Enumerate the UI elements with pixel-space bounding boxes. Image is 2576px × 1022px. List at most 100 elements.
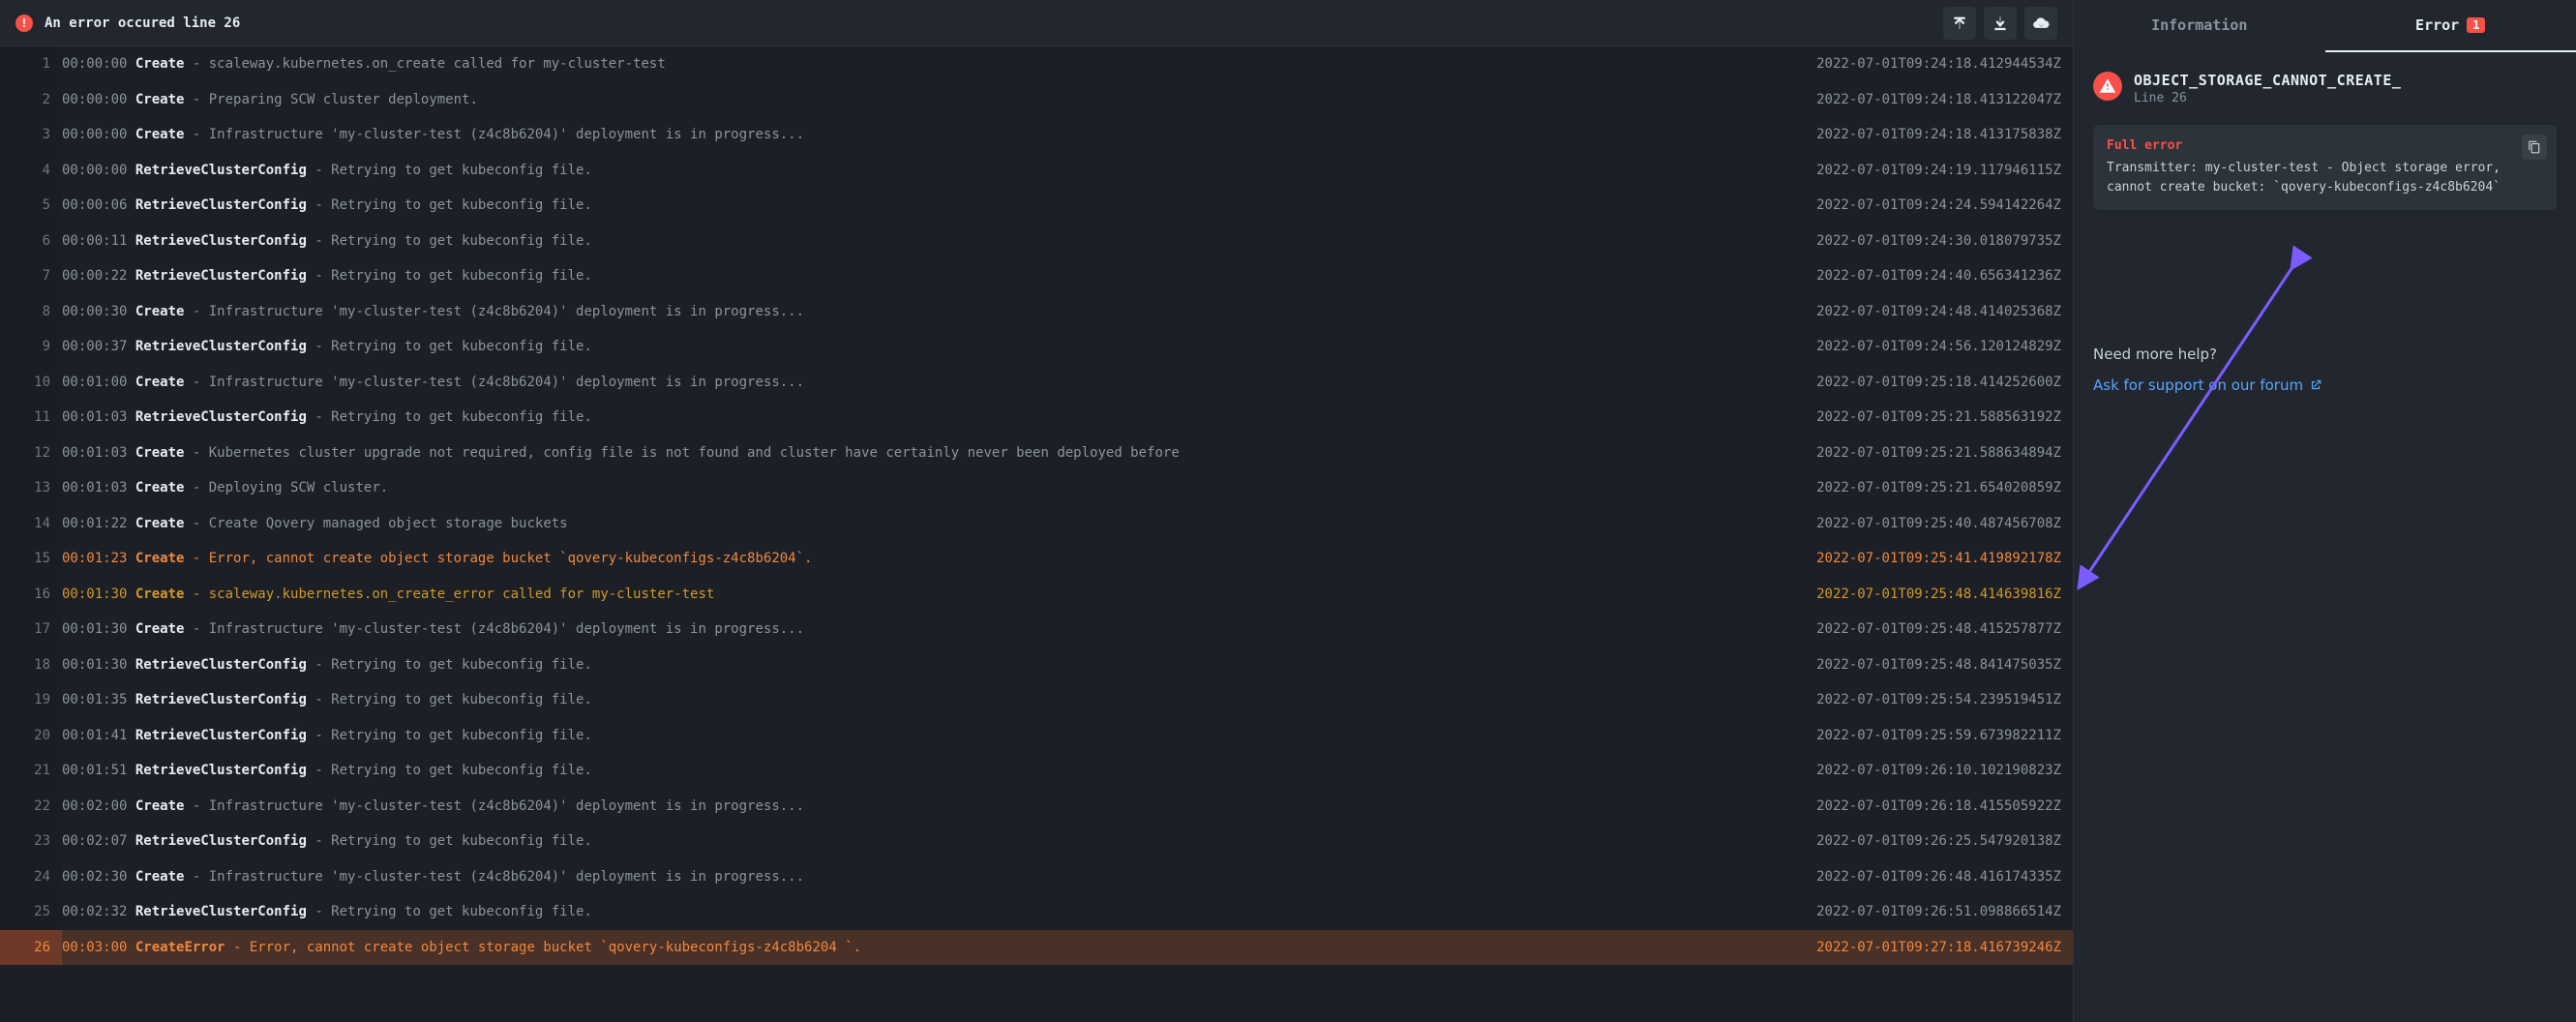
log-line[interactable]: 1400:01:22 Create - Create Qovery manage… [0,506,2073,542]
log-keyword: Create [135,621,185,637]
log-line[interactable]: 2100:01:51 RetrieveClusterConfig - Retry… [0,753,2073,789]
help-link[interactable]: Ask for support on our forum [2093,376,2322,394]
relative-time: 00:01:22 [62,516,127,531]
log-line[interactable]: 2500:02:32 RetrieveClusterConfig - Retry… [0,894,2073,930]
log-line[interactable]: 400:00:00 RetrieveClusterConfig - Retryi… [0,153,2073,189]
absolute-time: 2022-07-01T09:25:48.415257877Z [1816,612,2061,647]
cloud-download-button[interactable] [2024,7,2057,40]
log-line[interactable]: 500:00:06 RetrieveClusterConfig - Retryi… [0,188,2073,224]
line-number: 15 [0,541,62,577]
log-message: - Retrying to get kubeconfig file. [307,163,592,178]
log-area[interactable]: 100:00:00 Create - scaleway.kubernetes.o… [0,46,2073,1022]
log-message: - Retrying to get kubeconfig file. [307,728,592,743]
log-line[interactable]: 1900:01:35 RetrieveClusterConfig - Retry… [0,682,2073,718]
log-line[interactable]: 1800:01:30 RetrieveClusterConfig - Retry… [0,647,2073,683]
log-line[interactable]: 1700:01:30 Create - Infrastructure 'my-c… [0,612,2073,647]
relative-time: 00:00:06 [62,197,127,213]
line-number: 24 [0,859,62,895]
warning-icon [2093,72,2122,101]
log-message: - Retrying to get kubeconfig file. [307,763,592,778]
relative-time: 00:01:41 [62,728,127,743]
relative-time: 00:01:30 [62,621,127,637]
relative-time: 00:00:37 [62,339,127,354]
absolute-time: 2022-07-01T09:25:54.239519451Z [1816,682,2061,718]
log-message: - Infrastructure 'my-cluster-test (z4c8b… [184,375,804,390]
log-keyword: Create [135,480,185,496]
arrow-up-bar-icon [1951,15,1968,32]
log-keyword: RetrieveClusterConfig [135,339,307,354]
tab-information[interactable]: Information [2074,0,2325,52]
log-keyword: RetrieveClusterConfig [135,657,307,673]
log-line[interactable]: 1600:01:30 Create - scaleway.kubernetes.… [0,577,2073,613]
line-number: 11 [0,400,62,436]
log-line[interactable]: 1100:01:03 RetrieveClusterConfig - Retry… [0,400,2073,436]
log-line[interactable]: 200:00:00 Create - Preparing SCW cluster… [0,82,2073,118]
log-line[interactable]: 1300:01:03 Create - Deploying SCW cluste… [0,470,2073,506]
line-number: 20 [0,718,62,754]
external-link-icon [2309,378,2322,392]
log-line[interactable]: 700:00:22 RetrieveClusterConfig - Retryi… [0,258,2073,294]
line-body: 00:00:00 Create - scaleway.kubernetes.on… [62,46,2073,82]
line-number: 4 [0,153,62,189]
line-body: 00:00:30 Create - Infrastructure 'my-clu… [62,294,2073,330]
absolute-time: 2022-07-01T09:24:40.656341236Z [1816,258,2061,294]
absolute-time: 2022-07-01T09:25:21.588634894Z [1816,436,2061,471]
line-number: 17 [0,612,62,647]
log-line[interactable]: 2600:03:00 CreateError - Error, cannot c… [0,930,2073,966]
line-number: 16 [0,577,62,613]
log-line[interactable]: 600:00:11 RetrieveClusterConfig - Retryi… [0,224,2073,259]
line-body: 00:00:00 RetrieveClusterConfig - Retryin… [62,153,2073,189]
help-question: Need more help? [2093,346,2557,363]
log-line[interactable]: 2000:01:41 RetrieveClusterConfig - Retry… [0,718,2073,754]
log-line[interactable]: 2400:02:30 Create - Infrastructure 'my-c… [0,859,2073,895]
log-keyword: RetrieveClusterConfig [135,692,307,707]
line-body: 00:01:22 Create - Create Qovery managed … [62,506,2073,542]
log-message: - Retrying to get kubeconfig file. [307,339,592,354]
topbar-title: An error occured line 26 [45,15,240,31]
scroll-top-button[interactable] [1943,7,1976,40]
line-number: 25 [0,894,62,930]
relative-time: 00:02:32 [62,904,127,919]
copy-button[interactable] [2522,135,2547,160]
line-number: 26 [0,930,62,966]
log-line[interactable]: 300:00:00 Create - Infrastructure 'my-cl… [0,117,2073,153]
log-line[interactable]: 900:00:37 RetrieveClusterConfig - Retryi… [0,329,2073,365]
relative-time: 00:01:03 [62,480,127,496]
tab-error[interactable]: Error 1 [2325,0,2576,52]
log-keyword: Create [135,551,185,566]
log-line[interactable]: 2200:02:00 Create - Infrastructure 'my-c… [0,789,2073,825]
relative-time: 00:02:07 [62,833,127,849]
log-line[interactable]: 1200:01:03 Create - Kubernetes cluster u… [0,436,2073,471]
log-line[interactable]: 2300:02:07 RetrieveClusterConfig - Retry… [0,824,2073,859]
log-line[interactable]: 1500:01:23 Create - Error, cannot create… [0,541,2073,577]
line-body: 00:00:11 RetrieveClusterConfig - Retryin… [62,224,2073,259]
tab-error-label: Error [2415,16,2459,34]
line-body: 00:01:03 Create - Kubernetes cluster upg… [62,436,2073,471]
log-line[interactable]: 800:00:30 Create - Infrastructure 'my-cl… [0,294,2073,330]
log-message: - Retrying to get kubeconfig file. [307,268,592,284]
log-keyword: RetrieveClusterConfig [135,763,307,778]
help-link-label: Ask for support on our forum [2093,376,2303,394]
absolute-time: 2022-07-01T09:25:18.414252600Z [1816,365,2061,401]
log-keyword: Create [135,56,185,72]
log-keyword: Create [135,92,185,107]
log-message: - Infrastructure 'my-cluster-test (z4c8b… [184,798,804,814]
log-message: - Deploying SCW cluster. [184,480,388,496]
line-number: 6 [0,224,62,259]
download-button[interactable] [1984,7,2017,40]
relative-time: 00:01:30 [62,657,127,673]
topbar: ! An error occured line 26 [0,0,2073,46]
relative-time: 00:01:51 [62,763,127,778]
log-line[interactable]: 1000:01:00 Create - Infrastructure 'my-c… [0,365,2073,401]
absolute-time: 2022-07-01T09:24:18.413175838Z [1816,117,2061,153]
log-message: - Retrying to get kubeconfig file. [307,233,592,249]
log-line[interactable]: 100:00:00 Create - scaleway.kubernetes.o… [0,46,2073,82]
line-number: 22 [0,789,62,825]
absolute-time: 2022-07-01T09:26:25.547920138Z [1816,824,2061,859]
line-body: 00:02:07 RetrieveClusterConfig - Retryin… [62,824,2073,859]
log-message: - Infrastructure 'my-cluster-test (z4c8b… [184,304,804,319]
line-body: 00:01:00 Create - Infrastructure 'my-clu… [62,365,2073,401]
line-body: 00:00:22 RetrieveClusterConfig - Retryin… [62,258,2073,294]
app-root: ! An error occured line 26 100:00:00 Cre… [0,0,2576,1022]
log-message: - Retrying to get kubeconfig file. [307,833,592,849]
